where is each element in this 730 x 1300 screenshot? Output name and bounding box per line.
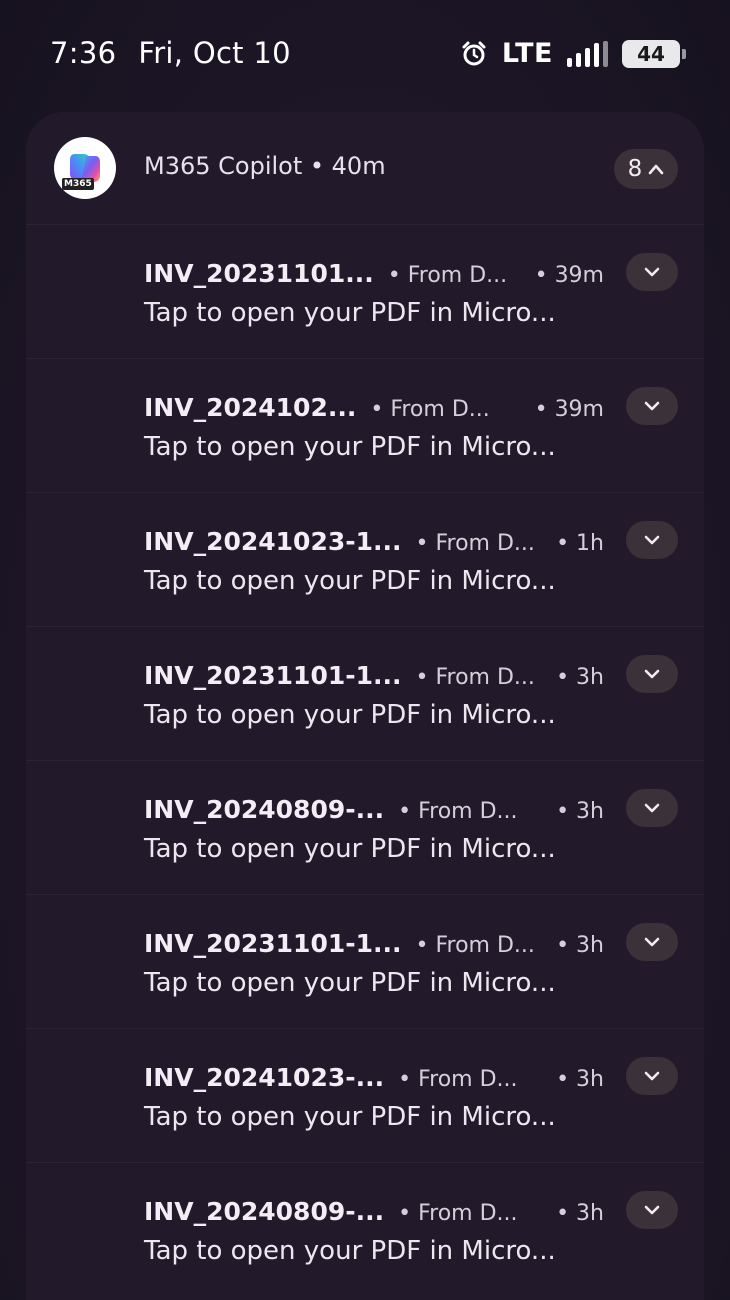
m365-copilot-app-icon: M365 (54, 137, 116, 199)
notification-source: • From D... (370, 397, 490, 422)
notification-time: • 39m (534, 397, 604, 422)
notification-source: • From D... (398, 1201, 518, 1226)
notification-item[interactable]: INV_20240809-... • From D... • 3h Tap to… (26, 1162, 704, 1296)
battery-level: 44 (637, 41, 665, 66)
notification-item[interactable]: INV_20241023-... • From D... • 3h Tap to… (26, 1028, 704, 1162)
expand-button[interactable] (626, 655, 678, 693)
chevron-down-icon (644, 803, 660, 813)
notification-time: • 1h (556, 531, 604, 556)
notification-item[interactable]: INV_20231101-1... • From D... • 3h Tap t… (26, 894, 704, 1028)
chevron-down-icon (644, 267, 660, 277)
notification-header: INV_20231101... • From D... • 39m (144, 259, 604, 288)
date: Fri, Oct 10 (138, 36, 291, 70)
notification-body: Tap to open your PDF in Micro... (144, 834, 556, 864)
chevron-up-icon (649, 164, 664, 175)
group-collapse-button[interactable]: 8 (614, 149, 678, 189)
notification-time: • 3h (556, 1201, 604, 1226)
chevron-down-icon (644, 1071, 660, 1081)
notification-header: INV_20241023-1... • From D... • 1h (144, 527, 604, 556)
status-bar: 7:36 Fri, Oct 10 LTE 44 (0, 0, 730, 110)
notification-header: INV_2024102... • From D... • 39m (144, 393, 604, 422)
notification-title: INV_2024102... (144, 393, 357, 422)
expand-button[interactable] (626, 789, 678, 827)
notification-source: • From D... (398, 799, 518, 824)
notification-header: INV_20240809-... • From D... • 3h (144, 1197, 604, 1226)
chevron-down-icon (644, 401, 660, 411)
notification-count: 8 (627, 156, 643, 182)
notification-list: INV_20231101... • From D... • 39m Tap to… (26, 224, 704, 1296)
notification-title: INV_20240809-... (144, 795, 385, 824)
notification-title: INV_20240809-... (144, 1197, 385, 1226)
app-icon-badge: M365 (62, 178, 94, 190)
notification-body: Tap to open your PDF in Micro... (144, 298, 556, 328)
notification-source: • From D... (415, 531, 535, 556)
notification-title: INV_20241023-... (144, 1063, 385, 1092)
notification-time: • 3h (556, 933, 604, 958)
notification-item[interactable]: INV_20240809-... • From D... • 3h Tap to… (26, 760, 704, 894)
notification-source: • From D... (398, 1067, 518, 1092)
notification-body: Tap to open your PDF in Micro... (144, 1236, 556, 1266)
notification-title: INV_20231101... (144, 259, 374, 288)
notification-group-card: M365 M365 Copilot • 40m 8 INV_20231101..… (26, 112, 704, 1300)
notification-body: Tap to open your PDF in Micro... (144, 700, 556, 730)
notification-title: INV_20231101-1... (144, 929, 402, 958)
chevron-down-icon (644, 937, 660, 947)
expand-button[interactable] (626, 253, 678, 291)
notification-time: • 3h (556, 1067, 604, 1092)
notification-title: INV_20231101-1... (144, 661, 402, 690)
alarm-icon (460, 40, 488, 68)
notification-source: • From D... (415, 933, 535, 958)
notification-item[interactable]: INV_2024102... • From D... • 39m Tap to … (26, 358, 704, 492)
notification-time: • 3h (556, 799, 604, 824)
notification-header: INV_20241023-... • From D... • 3h (144, 1063, 604, 1092)
chevron-down-icon (644, 535, 660, 545)
notification-item[interactable]: INV_20231101-1... • From D... • 3h Tap t… (26, 626, 704, 760)
battery-icon: 44 (622, 39, 686, 68)
chevron-down-icon (644, 669, 660, 679)
status-right: LTE 44 (460, 38, 686, 69)
notification-item[interactable]: INV_20231101... • From D... • 39m Tap to… (26, 224, 704, 358)
notification-group-header[interactable]: M365 M365 Copilot • 40m 8 (26, 112, 704, 224)
network-type: LTE (501, 38, 553, 69)
notification-header: INV_20231101-1... • From D... • 3h (144, 661, 604, 690)
expand-button[interactable] (626, 521, 678, 559)
chevron-down-icon (644, 1205, 660, 1215)
notification-body: Tap to open your PDF in Micro... (144, 566, 556, 596)
notification-body: Tap to open your PDF in Micro... (144, 1102, 556, 1132)
notification-header: INV_20240809-... • From D... • 3h (144, 795, 604, 824)
notification-source: • From D... (415, 665, 535, 690)
signal-icon (567, 40, 608, 67)
notification-title: INV_20241023-1... (144, 527, 402, 556)
group-title: M365 Copilot • 40m (144, 152, 386, 180)
clock: 7:36 (50, 36, 117, 70)
notification-time: • 3h (556, 665, 604, 690)
expand-button[interactable] (626, 1191, 678, 1229)
expand-button[interactable] (626, 923, 678, 961)
status-left: 7:36 Fri, Oct 10 (50, 36, 291, 70)
expand-button[interactable] (626, 387, 678, 425)
notification-body: Tap to open your PDF in Micro... (144, 432, 556, 462)
notification-source: • From D... (387, 263, 508, 288)
notification-item[interactable]: INV_20241023-1... • From D... • 1h Tap t… (26, 492, 704, 626)
expand-button[interactable] (626, 1057, 678, 1095)
notification-body: Tap to open your PDF in Micro... (144, 968, 556, 998)
notification-header: INV_20231101-1... • From D... • 3h (144, 929, 604, 958)
notification-time: • 39m (534, 263, 604, 288)
